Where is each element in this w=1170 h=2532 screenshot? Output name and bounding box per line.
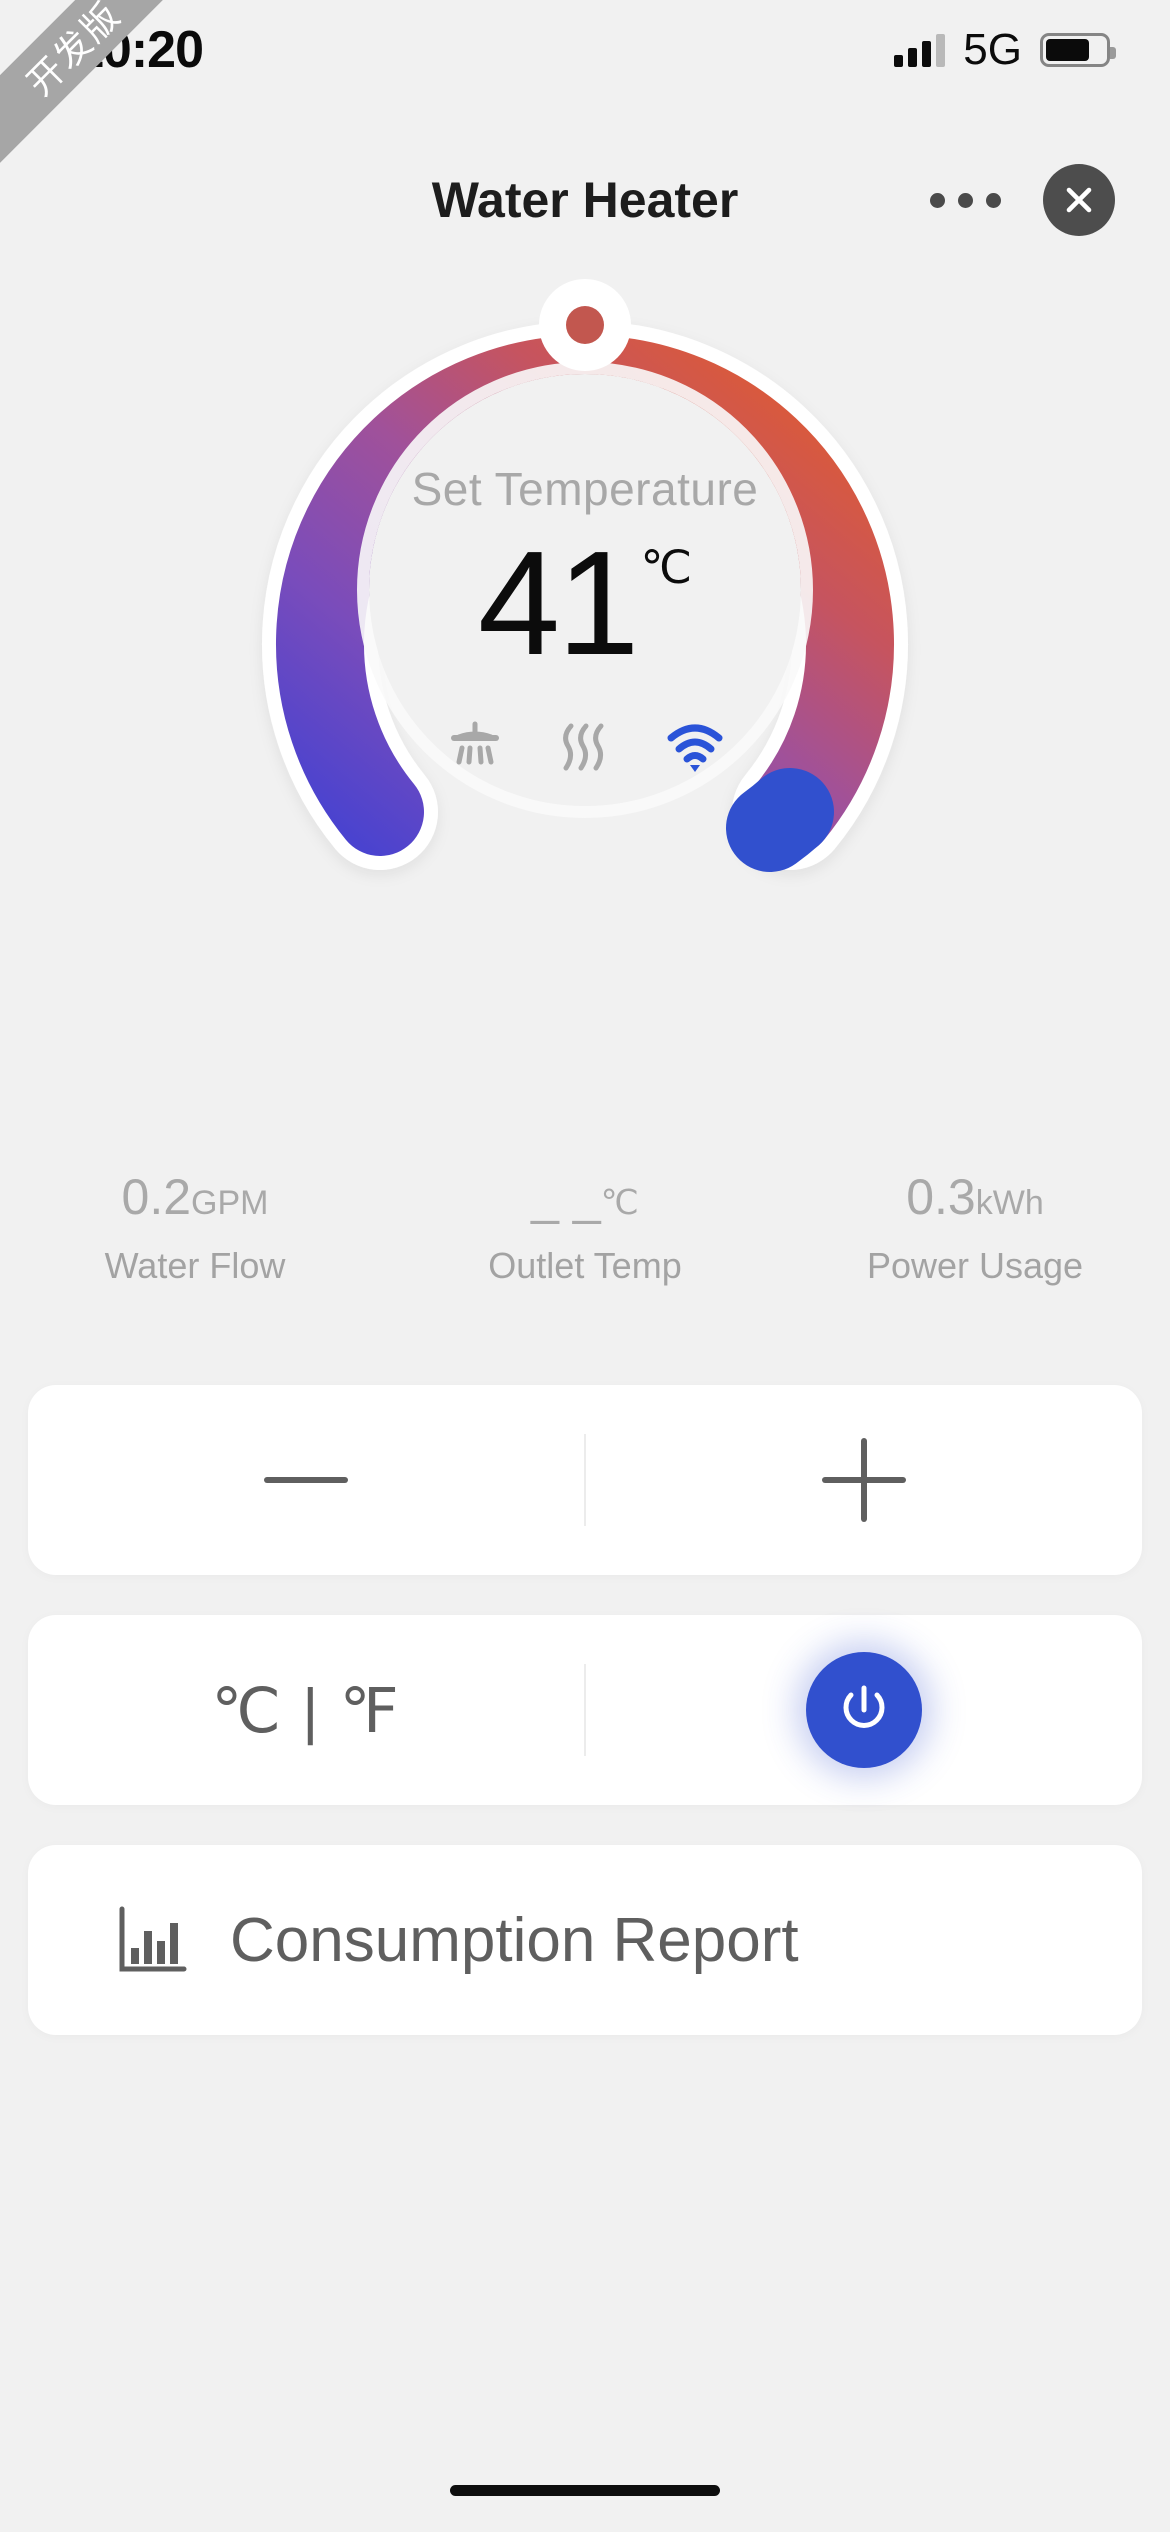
stat-outlet-temp: _ _℃ Outlet Temp bbox=[390, 1170, 780, 1287]
stat-value: 0.2GPM bbox=[0, 1170, 390, 1225]
close-button[interactable] bbox=[1043, 164, 1115, 236]
stat-power-usage: 0.3kWh Power Usage bbox=[780, 1170, 1170, 1287]
stat-unit: kWh bbox=[975, 1184, 1044, 1222]
signal-bars-icon bbox=[894, 33, 946, 67]
unit-power-card: ℃ | ℉ bbox=[28, 1615, 1142, 1805]
status-bar-indicators: 5G bbox=[894, 25, 1116, 75]
bar-chart-icon bbox=[119, 1906, 187, 1972]
home-indicator[interactable] bbox=[450, 2485, 720, 2496]
stat-value: 0.3kWh bbox=[780, 1170, 1170, 1225]
unit-toggle-button[interactable]: ℃ | ℉ bbox=[28, 1615, 584, 1805]
stat-label: Power Usage bbox=[866, 1245, 1084, 1286]
decrease-temperature-button[interactable] bbox=[28, 1385, 584, 1575]
consumption-report-inner: Consumption Report bbox=[114, 1903, 799, 1977]
wifi-icon bbox=[667, 724, 723, 772]
close-icon bbox=[1066, 187, 1092, 213]
plus-icon bbox=[822, 1438, 906, 1522]
shower-head-icon bbox=[451, 721, 499, 765]
heating-waves-icon bbox=[563, 723, 604, 771]
minus-icon bbox=[264, 1477, 348, 1483]
set-temperature-unit: ℃ bbox=[640, 541, 693, 593]
unit-toggle-label: ℃ | ℉ bbox=[211, 1676, 401, 1746]
gauge-readout: Set Temperature 41 ℃ bbox=[275, 310, 895, 870]
power-icon bbox=[843, 1685, 885, 1728]
consumption-report-card[interactable]: Consumption Report bbox=[28, 1845, 1142, 2035]
stat-number: 0.2 bbox=[121, 1169, 192, 1225]
power-button-area[interactable] bbox=[586, 1615, 1142, 1805]
stat-value: _ _℃ bbox=[390, 1170, 780, 1225]
power-button[interactable] bbox=[806, 1652, 922, 1768]
temperature-stepper-card bbox=[28, 1385, 1142, 1575]
stat-label: Outlet Temp bbox=[488, 1245, 682, 1286]
set-temperature-label: Set Temperature bbox=[411, 463, 759, 515]
app-screen: 开发版 10:20 5G Water Heater Set Temperatur… bbox=[0, 0, 1170, 2532]
network-type-label: 5G bbox=[963, 25, 1022, 74]
stat-number: _ _ bbox=[531, 1169, 601, 1225]
temperature-gauge[interactable]: Set Temperature 41 ℃ bbox=[262, 279, 908, 872]
stat-label: Water Flow bbox=[104, 1245, 286, 1286]
set-temperature-value: 41 bbox=[477, 521, 640, 686]
device-status-icons bbox=[444, 716, 726, 778]
status-bar: 10:20 5G bbox=[0, 0, 1170, 100]
stat-number: 0.3 bbox=[906, 1169, 976, 1225]
device-stats-row: 0.2GPM Water Flow _ _℃ Outlet Temp 0.3kW… bbox=[0, 1170, 1170, 1287]
consumption-report-label: Consumption Report bbox=[230, 1905, 799, 1975]
stat-water-flow: 0.2GPM Water Flow bbox=[0, 1170, 390, 1287]
header-actions bbox=[930, 164, 1115, 236]
increase-temperature-button[interactable] bbox=[586, 1385, 1142, 1575]
stat-unit: GPM bbox=[191, 1184, 269, 1222]
battery-icon bbox=[1040, 33, 1116, 67]
set-temperature-value-row: 41 ℃ bbox=[478, 530, 692, 678]
stat-unit: ℃ bbox=[600, 1184, 639, 1222]
